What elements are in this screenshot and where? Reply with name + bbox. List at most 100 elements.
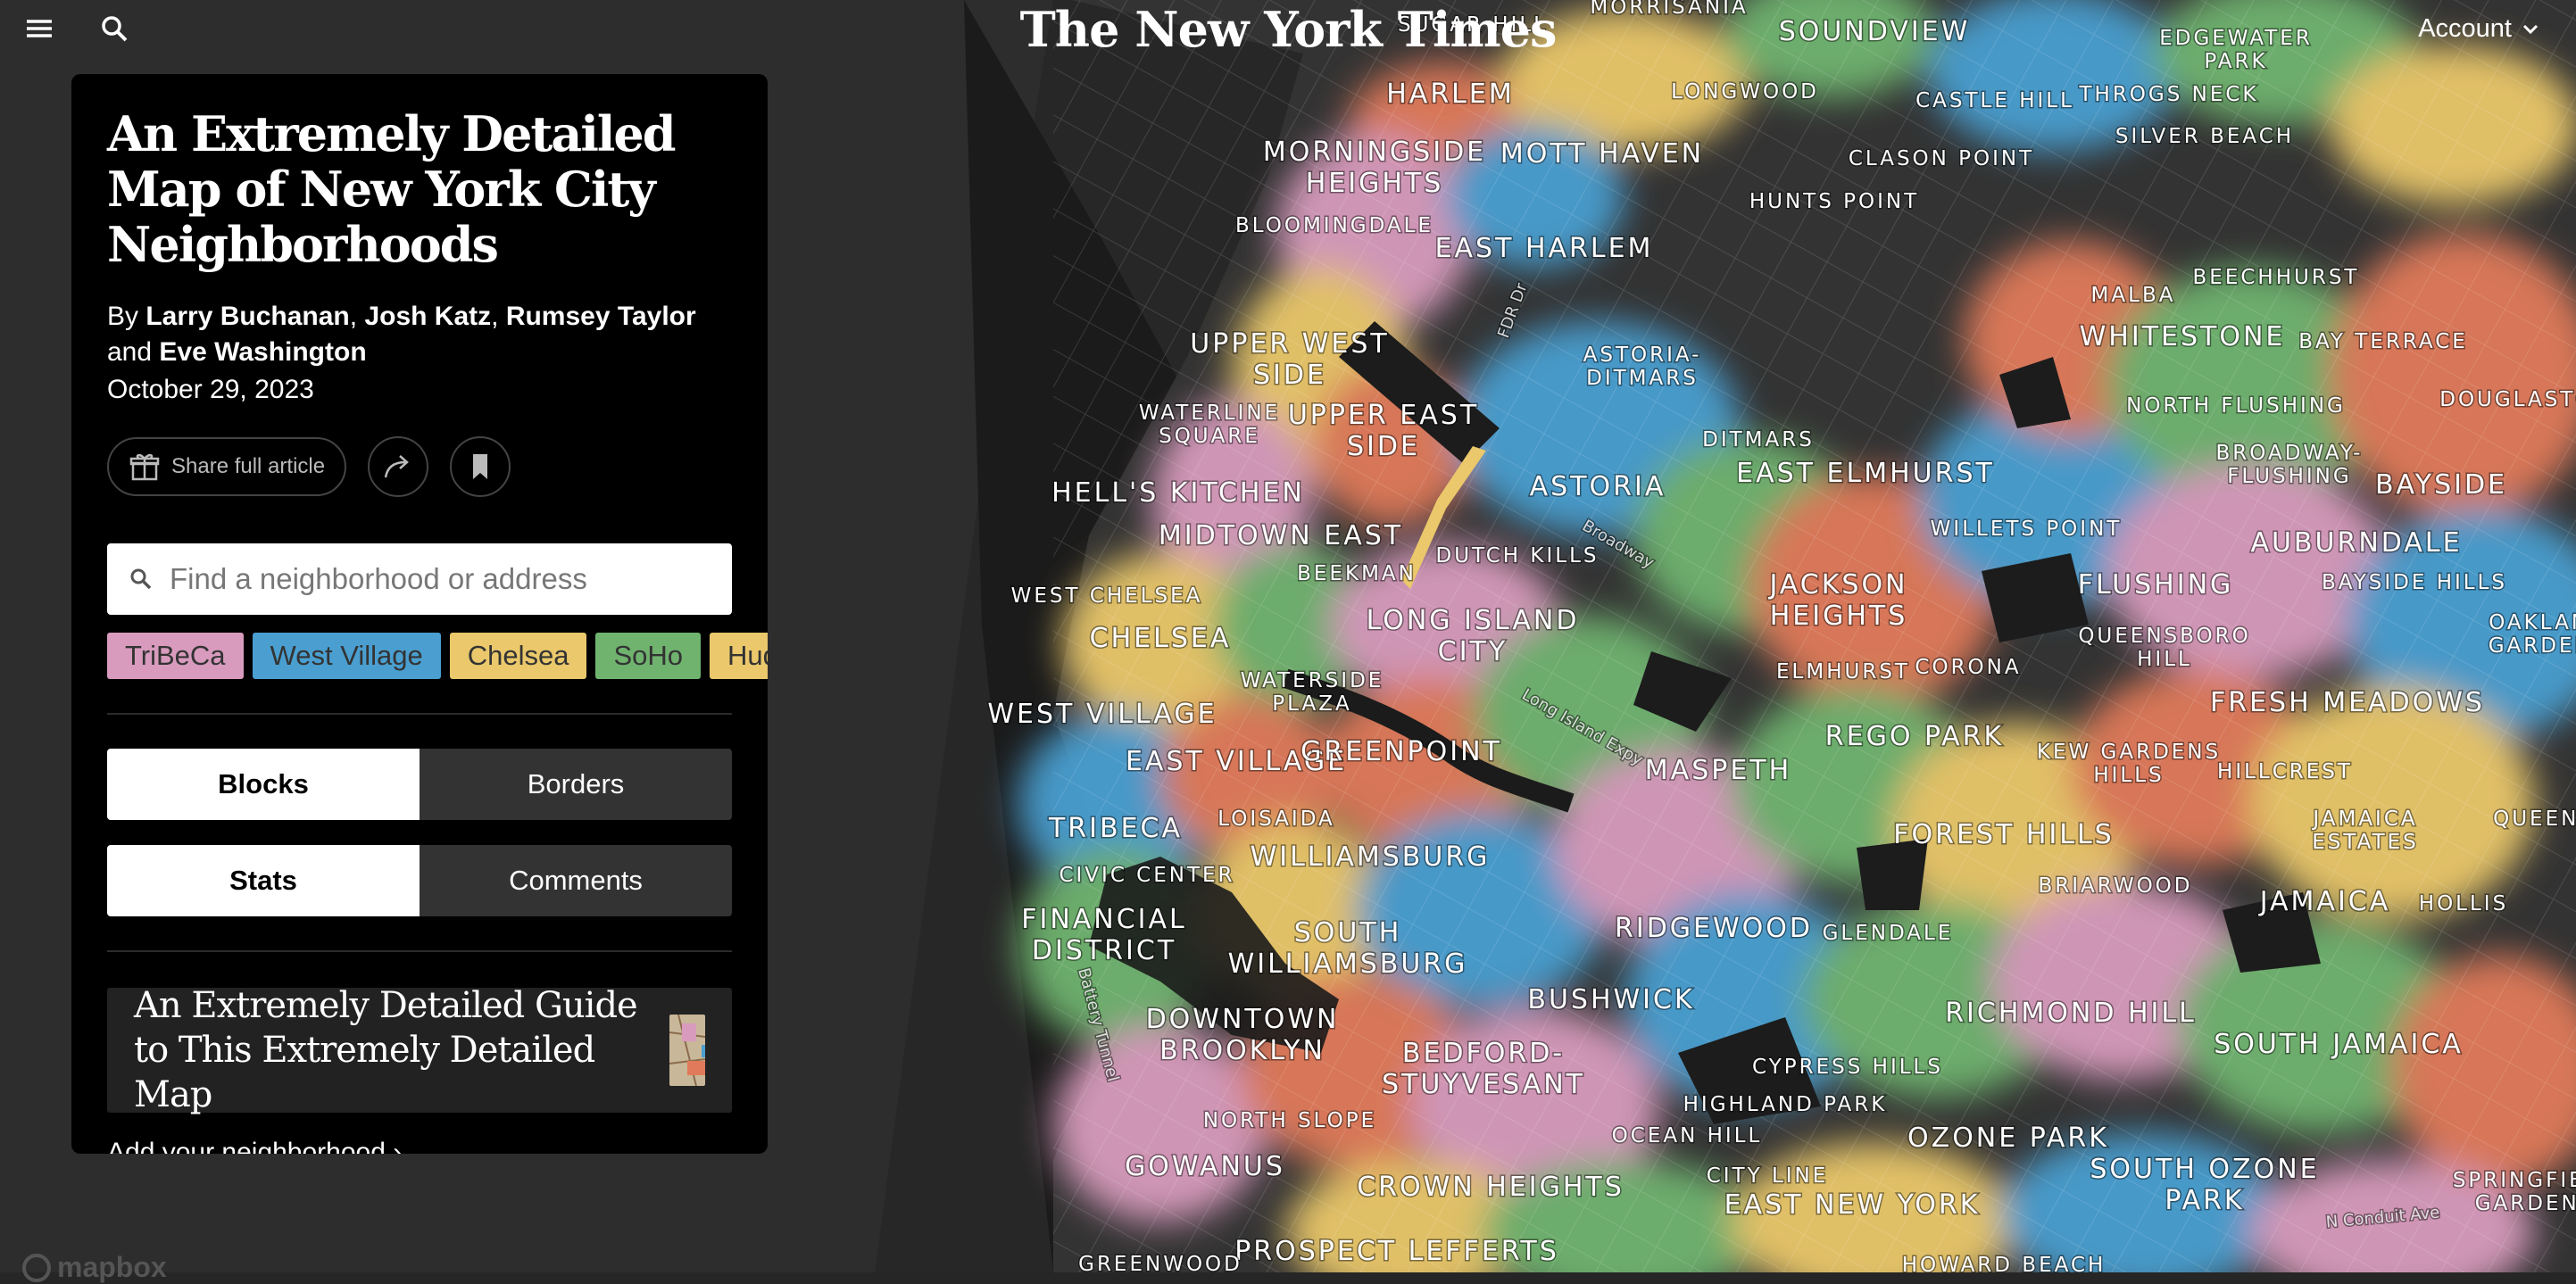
map-label: CLASON POINT <box>1849 147 2034 170</box>
map-label: FLUSHING <box>2078 569 2234 601</box>
map-label: TRIBECA <box>1048 813 1183 844</box>
gift-icon <box>129 453 160 481</box>
panel-toggle: Stats Comments <box>107 845 732 916</box>
account-label: Account <box>2418 14 2512 43</box>
map-label: BAYSIDE HILLS <box>2322 571 2507 594</box>
map-label: BROADWAY-FLUSHING <box>2216 442 2364 488</box>
map-label: CHELSEA <box>1090 623 1232 654</box>
save-button[interactable] <box>450 436 511 497</box>
map-label: WILLIAMSBURG <box>1251 841 1491 873</box>
map-label: MASPETH <box>1645 755 1791 786</box>
map-label: MIDTOWN EAST <box>1159 520 1403 551</box>
author-link[interactable]: Rumsey Taylor <box>506 302 696 331</box>
author-link[interactable]: Larry Buchanan <box>145 302 349 331</box>
map-label: DOUGLASTON <box>2439 388 2576 411</box>
chip-chelsea[interactable]: Chelsea <box>449 633 587 679</box>
map-label: BAY TERRACE <box>2298 330 2468 353</box>
mapbox-icon <box>22 1253 51 1282</box>
map-label: GOWANUS <box>1125 1151 1285 1182</box>
borders-toggle[interactable]: Borders <box>420 749 732 820</box>
guide-title: An Extremely Detailed Guide to This Extr… <box>134 985 638 1115</box>
map-label: HIGHLAND PARK <box>1683 1093 1888 1116</box>
map-label: MALBA <box>2091 284 2176 307</box>
neighborhood-search[interactable] <box>107 543 732 615</box>
chip-soho[interactable]: SoHo <box>595 633 702 679</box>
map-label: CYPRESS HILLS <box>1752 1056 1943 1079</box>
map-label: RIDGEWOOD <box>1615 913 1813 944</box>
share-button[interactable] <box>368 436 429 497</box>
map-label: BUSHWICK <box>1527 984 1694 1015</box>
map-label: SOUTH JAMAICA <box>2214 1029 2464 1060</box>
share-article-button[interactable]: Share full article <box>107 437 347 496</box>
account-menu[interactable]: Account <box>2418 9 2540 48</box>
map-label: CROWN HEIGHTS <box>1357 1172 1625 1203</box>
top-bar: The New York Times Account <box>0 0 2576 59</box>
map-label: RICHMOND HILL <box>1945 998 2197 1029</box>
byline-prefix: By <box>107 302 139 331</box>
map-label: JAMAICA ESTATES <box>2311 808 2418 854</box>
publish-date: October 29, 2023 <box>107 375 314 404</box>
map-label: EAST ELMHURST <box>1736 458 1995 489</box>
add-neighborhood-link[interactable]: Add your neighborhood › <box>107 1138 732 1154</box>
map-label: ASTORIA <box>1530 471 1666 502</box>
map-label: ASTORIA-DITMARS <box>1583 344 1702 390</box>
map-label: DITMARS <box>1702 428 1815 451</box>
map-label: BLOOMINGDALE <box>1235 214 1433 237</box>
map-label: HUNTS POINT <box>1749 190 1919 213</box>
divider <box>107 713 732 715</box>
chevron-down-icon <box>2522 24 2539 35</box>
map-label: WEST CHELSEA <box>1011 584 1203 608</box>
map-label: HOLLIS <box>2419 892 2508 915</box>
map-label: BAYSIDE <box>2375 469 2507 501</box>
map-label: HOWARD BEACH <box>1902 1254 2107 1272</box>
guide-thumbnail <box>669 1015 705 1086</box>
map-label: BEECHHURST <box>2193 266 2360 289</box>
map-label: BEDFORD-STUYVESANT <box>1382 1038 1585 1100</box>
map-label: WEST VILLAGE <box>987 699 1217 730</box>
neighborhood-chips: TriBeCa West Village Chelsea SoHo Hudson… <box>107 633 768 679</box>
map-label: BRIARWOOD <box>2039 874 2193 898</box>
map-label: SILVER BEACH <box>2115 125 2294 148</box>
guide-promo[interactable]: An Extremely Detailed Guide to This Extr… <box>107 985 732 1115</box>
map-label: NORTH SLOPE <box>1203 1109 1376 1132</box>
mapbox-logo[interactable]: mapbox <box>21 1251 167 1284</box>
search-input[interactable] <box>168 561 710 597</box>
map-label: THROGS NECK <box>2078 83 2258 106</box>
map-label: ELMHURST <box>1776 660 1910 683</box>
bookmark-icon <box>473 454 488 479</box>
map-label: WHITESTONE <box>2080 321 2286 352</box>
map-label: JAMAICA <box>2258 886 2391 917</box>
map-label: EAST NEW YORK <box>1724 1189 1981 1221</box>
map-label: GLENDALE <box>1823 922 1954 945</box>
map-label: EAST HARLEM <box>1435 233 1654 264</box>
blocks-toggle[interactable]: Blocks <box>107 749 420 820</box>
chip-tribeca[interactable]: TriBeCa <box>107 633 244 679</box>
attribution-text: mapbox <box>57 1251 167 1283</box>
map-label: LOISAIDA <box>1217 808 1334 831</box>
comments-tab[interactable]: Comments <box>420 845 732 916</box>
map-label: PROSPECT LEFFERTS <box>1234 1236 1559 1267</box>
map-label: DUTCH KILLS <box>1435 544 1599 567</box>
map-label: GREENWOOD <box>1078 1253 1242 1272</box>
view-toggle: Blocks Borders <box>107 749 732 820</box>
author-link[interactable]: Eve Washington <box>159 337 366 367</box>
map-label: HILLCREST <box>2217 760 2353 783</box>
chip-hudson-yards[interactable]: Hudson Yards <box>710 633 768 679</box>
map-label: MOTT HAVEN <box>1500 138 1704 170</box>
map-label: JACKSON HEIGHTS <box>1767 569 1907 632</box>
share-arrow-icon <box>384 455 409 478</box>
map-label: DOWNTOWN BROOKLYN <box>1146 1004 1340 1066</box>
map-label: CORONA <box>1915 656 2021 679</box>
map-label: FOREST HILLS <box>1893 819 2114 850</box>
map-label: OCEAN HILL <box>1612 1124 1763 1147</box>
stats-tab[interactable]: Stats <box>107 845 420 916</box>
map-label: GREENPOINT <box>1300 736 1502 767</box>
author-link[interactable]: Josh Katz <box>364 302 491 331</box>
share-label: Share full article <box>171 454 326 478</box>
byline: By Larry Buchanan, Josh Katz, Rumsey Tay… <box>107 302 696 367</box>
map-label: NORTH FLUSHING <box>2126 394 2346 418</box>
chip-west-village[interactable]: West Village <box>252 633 441 679</box>
article-actions: Share full article <box>107 436 732 497</box>
map-label: WILLETS POINT <box>1931 518 2123 541</box>
nyt-logo[interactable]: The New York Times <box>0 0 2576 59</box>
